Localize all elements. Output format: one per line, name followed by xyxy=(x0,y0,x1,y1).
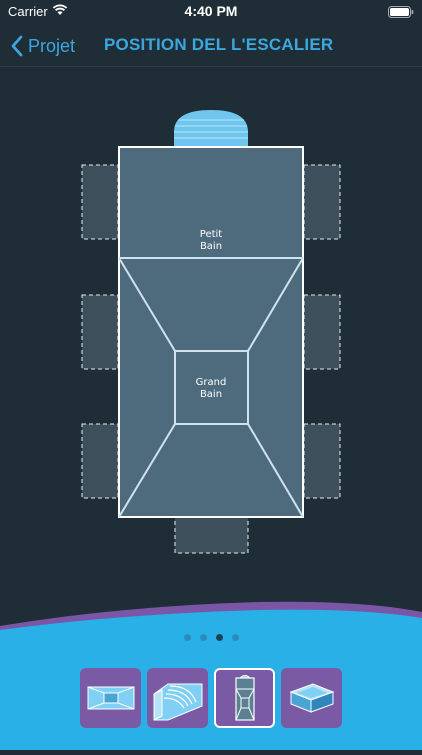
stair-slot-bottom[interactable] xyxy=(174,516,249,554)
stair-slot-left-bottom[interactable] xyxy=(81,423,119,499)
shallow-end-label-line1: Petit xyxy=(200,229,223,240)
roman-steps-icon xyxy=(153,683,202,721)
tile-stair-position[interactable] xyxy=(214,668,275,728)
back-label: Projet xyxy=(28,35,76,56)
stair-slot-right-middle[interactable] xyxy=(303,294,341,370)
shallow-end-label-line2: Bain xyxy=(200,241,222,252)
pool-diagram: Petit Bain Grand Bain xyxy=(0,66,422,606)
battery-icon xyxy=(388,5,414,23)
stair-slot-right-top[interactable] xyxy=(303,164,341,240)
tile-pool-shape[interactable] xyxy=(80,668,141,728)
deep-end-label-line2: Bain xyxy=(200,389,222,400)
tile-stair-type[interactable] xyxy=(147,668,208,728)
chevron-left-icon xyxy=(11,35,23,57)
page-dot[interactable] xyxy=(199,634,207,641)
page-dot[interactable] xyxy=(183,634,191,641)
pool-basin xyxy=(118,146,304,518)
page-title: POSITION DEL L'ESCALIER xyxy=(104,35,334,54)
rectangular-pool-icon xyxy=(87,686,134,710)
back-button[interactable]: Projet xyxy=(10,32,75,60)
stair-slot-left-middle[interactable] xyxy=(81,294,119,370)
step-tiles xyxy=(80,668,342,728)
stair-slot-left-top[interactable] xyxy=(81,164,119,240)
selected-stair[interactable] xyxy=(174,110,248,146)
page-indicator[interactable] xyxy=(0,634,422,642)
deep-end-label-line1: Grand xyxy=(196,377,227,388)
stair-slot-right-bottom[interactable] xyxy=(303,423,341,499)
navigation-bar: Projet POSITION DEL L'ESCALIER xyxy=(0,26,422,67)
status-bar: Carrier 4:40 PM xyxy=(0,0,422,24)
page-dot[interactable] xyxy=(231,634,239,641)
pool-3d-icon xyxy=(289,683,334,713)
status-time: 4:40 PM xyxy=(184,3,238,19)
page-dot-active[interactable] xyxy=(215,634,223,641)
tile-3d-view[interactable] xyxy=(281,668,342,728)
stair-position-icon xyxy=(234,675,255,721)
